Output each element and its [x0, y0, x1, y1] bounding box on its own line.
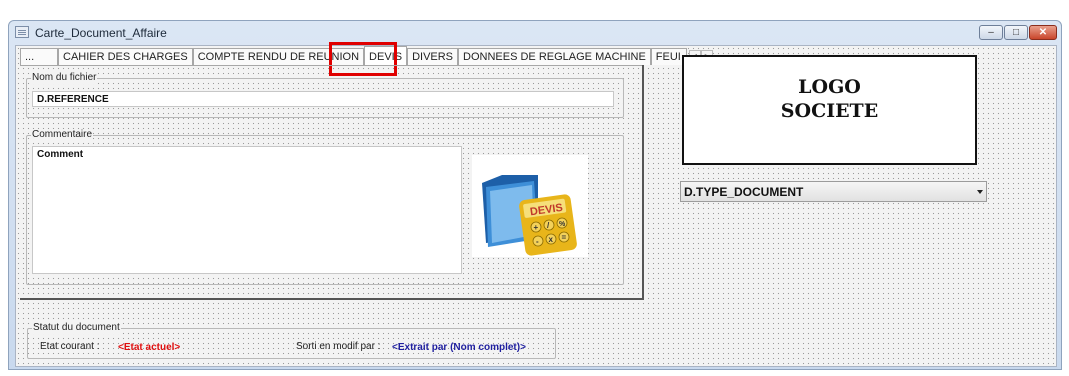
type-document-select[interactable]: D.TYPE_DOCUMENT [680, 181, 987, 202]
company-logo-placeholder: LOGO SOCIETE [682, 55, 977, 165]
chevron-down-icon[interactable] [977, 190, 983, 194]
sorti-en-modif-value: <Extrait par (Nom complet)> [392, 342, 526, 353]
tab-donnees-de-reglage-machine[interactable]: DONNEES DE REGLAGE MACHINE [458, 48, 651, 65]
type-document-value: D.TYPE_DOCUMENT [684, 185, 804, 199]
key-multiply: x [549, 235, 554, 244]
devis-picture: DEVIS + / % - x = [472, 155, 588, 257]
document-tab-control: ... CAHIER DES CHARGES COMPTE RENDU DE R… [20, 42, 713, 300]
nom-du-fichier-field[interactable]: D.REFERENCE [32, 91, 614, 107]
key-equals: = [562, 233, 567, 242]
devis-folder-calculator-icon: DEVIS + / % - x = [482, 175, 577, 256]
etat-courant-value: <Etat actuel> [118, 342, 181, 353]
nom-du-fichier-group: Nom du fichier D.REFERENCE [26, 72, 624, 118]
form-icon [15, 26, 29, 38]
logo-line-1: LOGO [798, 76, 861, 98]
etat-courant-label: Etat courant : [40, 341, 100, 352]
close-button[interactable]: ✕ [1029, 25, 1057, 40]
commentaire-textarea[interactable]: Comment [32, 146, 462, 274]
form-window: Carte_Document_Affaire – □ ✕ ... CAHIER … [8, 20, 1062, 370]
tab-previous[interactable]: ... [20, 48, 58, 65]
nom-du-fichier-label: Nom du fichier [31, 72, 98, 84]
key-plus: + [534, 223, 539, 232]
tab-divers[interactable]: DIVERS [407, 48, 459, 65]
window-title: Carte_Document_Affaire [35, 26, 167, 40]
commentaire-label: Commentaire [31, 129, 94, 141]
logo-line-2: SOCIETE [780, 100, 879, 122]
statut-du-document-label: Statut du document [32, 322, 121, 334]
statut-du-document-group: Statut du document Etat courant : <Etat … [27, 322, 556, 359]
key-percent: % [559, 221, 566, 228]
sorti-en-modif-label: Sorti en modif par : [296, 341, 381, 352]
form-client-area: ... CAHIER DES CHARGES COMPTE RENDU DE R… [15, 42, 1057, 367]
title-bar[interactable]: Carte_Document_Affaire – □ ✕ [9, 21, 1061, 45]
tab-cahier-des-charges[interactable]: CAHIER DES CHARGES [58, 48, 193, 65]
key-minus: - [536, 237, 539, 246]
minimize-button[interactable]: – [979, 25, 1003, 40]
maximize-button[interactable]: □ [1004, 25, 1028, 40]
